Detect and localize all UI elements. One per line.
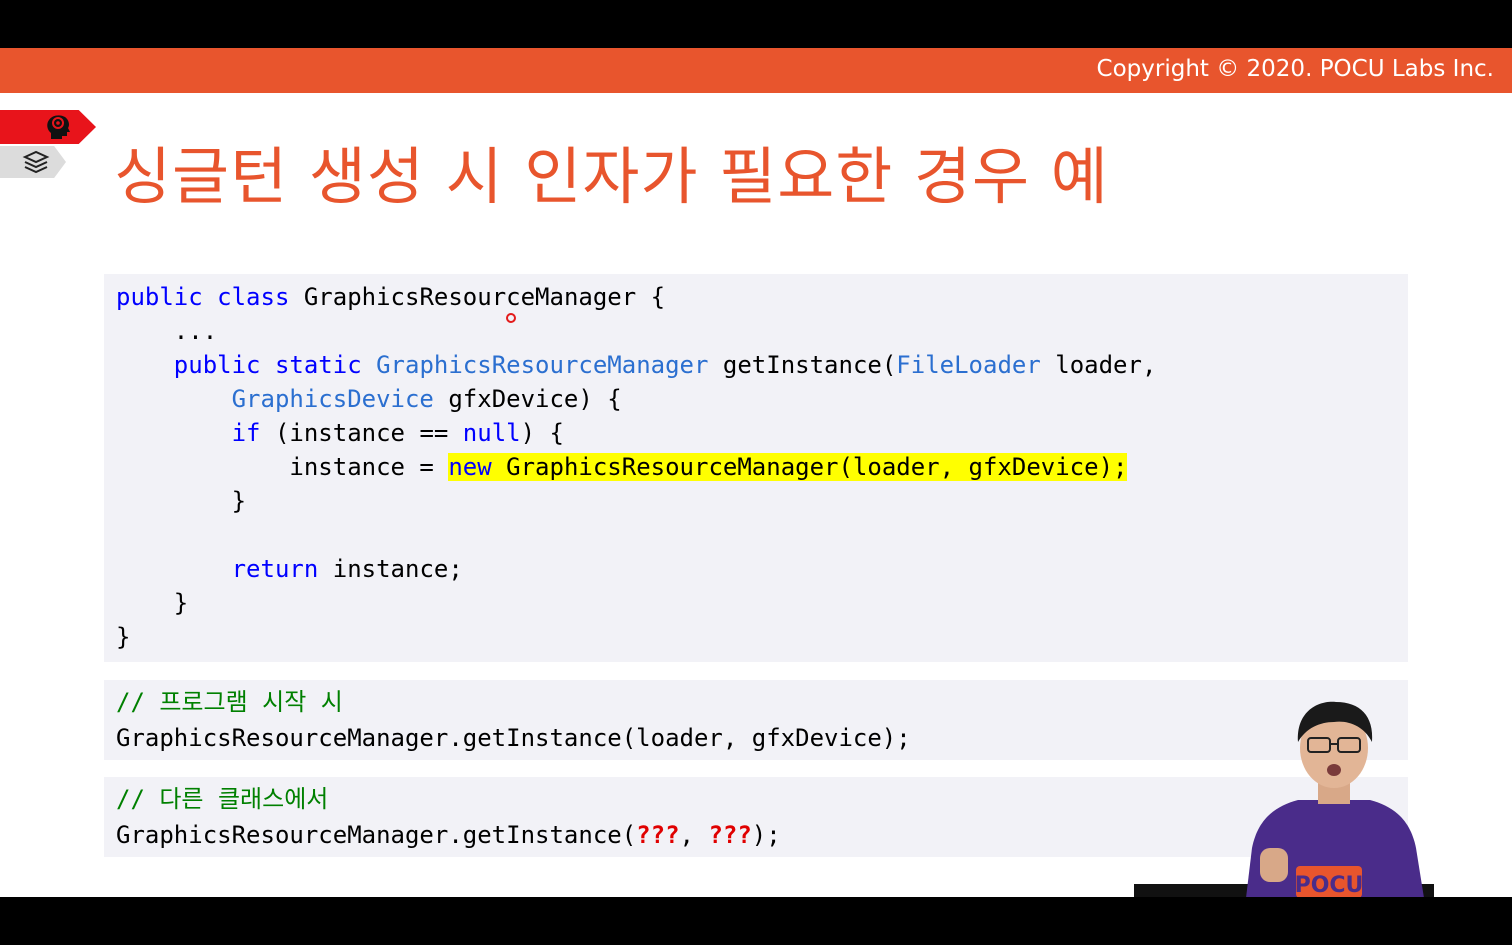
code-token: public xyxy=(116,283,203,311)
pointer-cursor-icon xyxy=(506,313,516,323)
code-text-startup: // 프로그램 시작 시 GraphicsResourceManager.get… xyxy=(116,684,911,756)
code-token: null xyxy=(462,419,521,447)
code-token: loader, xyxy=(1040,351,1157,379)
code-token: } xyxy=(116,589,189,617)
code-token: getInstance( xyxy=(708,351,897,379)
letterbox-top xyxy=(0,0,1512,48)
code-token: new xyxy=(448,453,492,481)
side-tab-brain[interactable] xyxy=(0,110,96,144)
code-token: ); xyxy=(751,821,781,849)
code-block-other-class: // 다른 클래스에서 GraphicsResourceManager.getI… xyxy=(104,777,1408,857)
code-token: } xyxy=(116,487,247,515)
code-text-main: public class GraphicsResourceManager { .… xyxy=(116,280,1156,654)
code-token: GraphicsResourceManager(loader, gfxDevic… xyxy=(491,453,1128,481)
code-token: (instance == xyxy=(260,419,463,447)
code-token: if xyxy=(231,419,261,447)
code-token: gfxDevice) { xyxy=(433,385,622,413)
code-token: GraphicsResourceManager xyxy=(376,351,709,379)
code-token: instance; xyxy=(318,555,463,583)
side-tab-book[interactable] xyxy=(0,146,66,178)
book-stack-icon xyxy=(20,146,52,178)
code-token: static xyxy=(274,351,362,379)
presenter-shirt-logo: POCU xyxy=(1295,873,1364,897)
slide-title: 싱글턴 생성 시 인자가 필요한 경우 예 xyxy=(114,140,1109,213)
presenter-video: POCU xyxy=(1236,698,1432,897)
unknown-arg: ??? xyxy=(636,821,680,849)
code-token: } xyxy=(116,623,131,651)
code-token: public xyxy=(173,351,261,379)
copyright-text: Copyright © 2020. POCU Labs Inc. xyxy=(1096,56,1494,82)
code-token: instance = xyxy=(116,453,449,481)
code-token: return xyxy=(231,555,319,583)
code-token: class xyxy=(217,283,290,311)
code-comment: // 다른 클래스에서 xyxy=(116,785,329,813)
brain-head-icon xyxy=(42,111,74,143)
code-token: , xyxy=(679,821,709,849)
unknown-arg: ??? xyxy=(708,821,752,849)
code-token: ) { xyxy=(520,419,564,447)
code-text-other-class: // 다른 클래스에서 GraphicsResourceManager.getI… xyxy=(116,781,781,853)
code-block-startup: // 프로그램 시작 시 GraphicsResourceManager.get… xyxy=(104,680,1408,760)
code-block-main: public class GraphicsResourceManager { .… xyxy=(104,274,1408,662)
code-token: GraphicsResourceManager.getInstance(load… xyxy=(116,724,911,752)
code-token: GraphicsResourceManager { xyxy=(289,283,666,311)
letterbox-bottom xyxy=(0,897,1512,945)
slide: Copyright © 2020. POCU Labs Inc. 싱글턴 생성 … xyxy=(0,48,1512,897)
code-token: ... xyxy=(116,317,218,345)
highlighted-code: new GraphicsResourceManager(loader, gfxD… xyxy=(448,453,1128,481)
code-token: GraphicsResourceManager.getInstance( xyxy=(116,821,637,849)
code-comment: // 프로그램 시작 시 xyxy=(116,688,343,716)
header-bar: Copyright © 2020. POCU Labs Inc. xyxy=(0,48,1512,93)
code-token: GraphicsDevice xyxy=(231,385,434,413)
code-token: FileLoader xyxy=(896,351,1041,379)
